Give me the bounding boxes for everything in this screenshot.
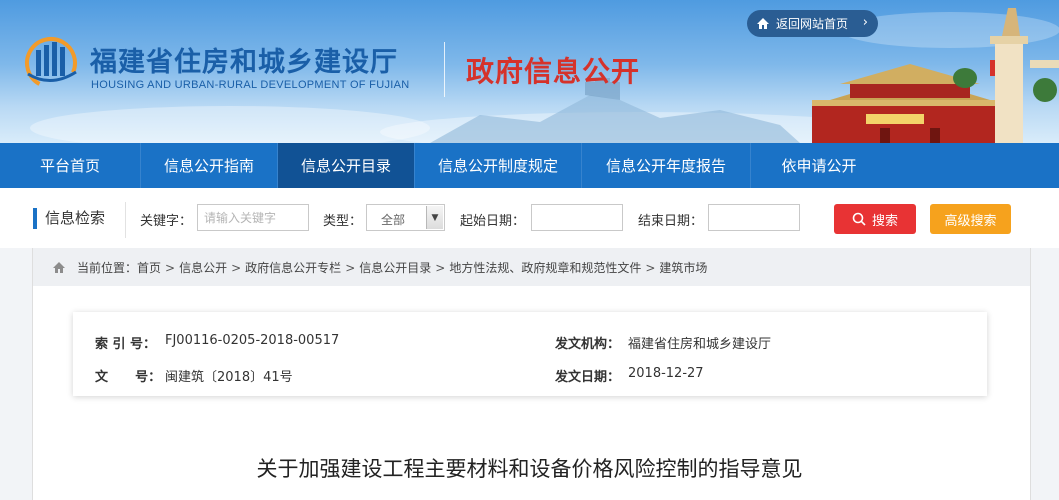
site-name: 福建省住房和城乡建设厅 [90,47,398,78]
chevron-right-icon: › [862,15,868,30]
search-button-label: 搜索 [871,213,898,229]
keyword-label: 关键字： [140,214,193,229]
breadcrumb-separator: > [165,261,176,275]
issuer-label: 发文机构： [555,337,621,352]
type-select[interactable]: 全部 ▼ [366,204,445,231]
search-divider [125,202,126,238]
breadcrumb-separator: > [345,261,356,275]
main-nav: 平台首页 信息公开指南 信息公开目录 信息公开制度规定 信息公开年度报告 依申请… [0,143,1059,188]
section-title: 政府信息公开 [466,55,641,88]
breadcrumb: 当前位置：首页 > 信息公开 > 政府信息公开专栏 > 信息公开目录 > 地方性法规、政府规章和… [77,259,707,276]
end-date-input[interactable] [708,204,800,231]
breadcrumb-separator: > [435,261,446,275]
back-home-label: 返回网站首页 [776,17,849,31]
document-number-label: 文 号： [95,370,162,385]
nav-item-regulations[interactable]: 信息公开制度规定 [415,143,581,188]
index-number-value: FJ00116-0205-2018-00517 [165,333,340,348]
breadcrumb-item-construction-market[interactable]: 建筑市场 [659,261,707,275]
type-select-value: 全部 [381,213,406,227]
nav-item-guide[interactable]: 信息公开指南 [141,143,277,188]
end-date-label: 结束日期： [638,214,704,229]
issue-date-value: 2018-12-27 [628,366,704,381]
search-icon [852,212,866,226]
start-date-input[interactable] [531,204,623,231]
advanced-search-button[interactable]: 高级搜索 [930,204,1011,234]
type-label: 类型： [323,214,363,229]
issuer-value: 福建省住房和城乡建设厅 [628,337,772,352]
site-name-english: HOUSING AND URBAN-RURAL DEVELOPMENT OF F… [91,79,410,91]
issue-date-label: 发文日期： [555,370,621,385]
document-title: 关于加强建设工程主要材料和设备价格风险控制的指导意见 [256,457,803,481]
nav-item-catalog[interactable]: 信息公开目录 [278,143,414,188]
header-divider [444,42,445,97]
search-title-marker [33,208,37,229]
department-logo-icon [25,37,77,89]
document-number-value: 闽建筑〔2018〕41号 [165,370,293,385]
index-number-label: 索 引 号： [95,337,157,352]
back-home-button[interactable]: 返回网站首页 › [747,10,878,37]
home-icon [52,259,66,278]
nav-item-apply[interactable]: 依申请公开 [751,143,887,188]
breadcrumb-item-home[interactable]: 首页 [137,261,161,275]
breadcrumb-item-regulations[interactable]: 地方性法规、政府规章和规范性文件 [449,261,641,275]
chevron-down-icon: ▼ [426,206,443,229]
search-button[interactable]: 搜索 [834,204,916,234]
home-icon [756,17,770,30]
breadcrumb-item-column[interactable]: 政府信息公开专栏 [245,261,341,275]
search-title: 信息检索 [45,209,106,227]
breadcrumb-separator: > [231,261,242,275]
start-date-label: 起始日期： [460,214,526,229]
breadcrumb-separator: > [645,261,656,275]
nav-item-platform-home[interactable]: 平台首页 [0,143,140,188]
header-banner: 福建省住房和城乡建设厅 HOUSING AND URBAN-RURAL DEVE… [0,0,1059,143]
breadcrumb-item-info-public[interactable]: 信息公开 [179,261,227,275]
breadcrumb-prefix: 当前位置： [77,261,138,275]
breadcrumb-item-catalog[interactable]: 信息公开目录 [359,261,431,275]
keyword-input[interactable] [197,204,309,231]
nav-item-annual-report[interactable]: 信息公开年度报告 [582,143,750,188]
